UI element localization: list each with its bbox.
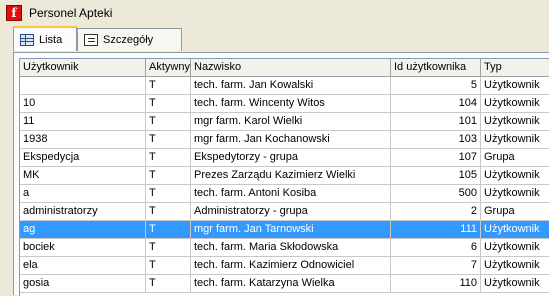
- cell-aktywny[interactable]: T: [146, 203, 191, 221]
- cell-typ[interactable]: Użytkownik: [481, 221, 549, 239]
- cell-nazwisko[interactable]: Ekspedytorzy - grupa: [191, 149, 391, 167]
- cell-id[interactable]: 101: [391, 113, 481, 131]
- cell-nazwisko[interactable]: Administratorzy - grupa: [191, 203, 391, 221]
- cell-id[interactable]: 6: [391, 239, 481, 257]
- users-table[interactable]: Użytkownik Aktywny Nazwisko Id użytkowni…: [19, 58, 549, 296]
- cell-nazwisko[interactable]: tech. farm. Wincenty Witos: [191, 95, 391, 113]
- cell-aktywny[interactable]: T: [146, 221, 191, 239]
- cell-id[interactable]: 103: [391, 131, 481, 149]
- cell-nazwisko[interactable]: tech. farm. Kazimierz Odnowiciel: [191, 257, 391, 275]
- cell-uzytkownik[interactable]: MK: [20, 167, 146, 185]
- table-row[interactable]: administratorzy T Administratorzy - grupa 2…: [20, 203, 549, 221]
- window-title: Personel Apteki: [29, 6, 113, 20]
- tab-label: Szczegóły: [103, 34, 154, 46]
- cell-aktywny[interactable]: T: [146, 257, 191, 275]
- cell-typ[interactable]: Użytkownik: [481, 95, 549, 113]
- table-header: Użytkownik Aktywny Nazwisko Id użytkowni…: [20, 59, 549, 77]
- column-header-nazwisko[interactable]: Nazwisko: [191, 59, 391, 77]
- cell-id[interactable]: 107: [391, 149, 481, 167]
- cell-nazwisko[interactable]: tech. farm. Maria Skłodowska: [191, 239, 391, 257]
- cell-nazwisko[interactable]: tech. farm. Katarzyna Wielka: [191, 275, 391, 293]
- cell-aktywny[interactable]: T: [146, 275, 191, 293]
- cell-typ[interactable]: Użytkownik: [481, 239, 549, 257]
- form-icon: [84, 34, 98, 46]
- table-row[interactable]: 11 Tmgr farm. Karol Wielki 101 Użytkownik: [20, 113, 549, 131]
- column-header-typ[interactable]: Typ: [481, 59, 549, 77]
- cell-uzytkownik[interactable]: 10: [20, 95, 146, 113]
- cell-aktywny[interactable]: T: [146, 167, 191, 185]
- cell-nazwisko[interactable]: mgr farm. Karol Wielki: [191, 113, 391, 131]
- cell-id[interactable]: 2: [391, 203, 481, 221]
- column-header-id[interactable]: Id użytkownika: [391, 59, 481, 77]
- cell-id[interactable]: 105: [391, 167, 481, 185]
- cell-uzytkownik[interactable]: ela: [20, 257, 146, 275]
- tab-label: Lista: [39, 33, 63, 46]
- cell-typ[interactable]: Użytkownik: [481, 185, 549, 203]
- cell-nazwisko[interactable]: mgr farm. Jan Tarnowski: [191, 221, 391, 239]
- table-row[interactable]: ela Ttech. farm. Kazimierz Odnowiciel 7 Uży…: [20, 257, 549, 275]
- tab-lista[interactable]: Lista: [13, 26, 77, 51]
- cell-nazwisko[interactable]: mgr farm. Jan Kochanowski: [191, 131, 391, 149]
- table-row[interactable]: ag Tmgr farm. Jan Tarnowski 111 Użytkownik: [20, 221, 549, 239]
- app-logo-icon: f: [6, 5, 22, 21]
- cell-typ[interactable]: Użytkownik: [481, 77, 549, 95]
- cell-id[interactable]: 7: [391, 257, 481, 275]
- cell-id[interactable]: 500: [391, 185, 481, 203]
- table-row[interactable]: Ekspedycja T Ekspedytorzy - grupa 107 Grupa: [20, 149, 549, 167]
- table-row[interactable]: a Ttech. farm. Antoni Kosiba 500 Użytkownik: [20, 185, 549, 203]
- cell-aktywny[interactable]: T: [146, 95, 191, 113]
- cell-uzytkownik[interactable]: bociek: [20, 239, 146, 257]
- cell-uzytkownik[interactable]: a: [20, 185, 146, 203]
- cell-aktywny[interactable]: T: [146, 77, 191, 95]
- cell-uzytkownik[interactable]: administratorzy: [20, 203, 146, 221]
- cell-typ[interactable]: Grupa: [481, 203, 549, 221]
- cell-typ[interactable]: Użytkownik: [481, 113, 549, 131]
- cell-uzytkownik[interactable]: gosia: [20, 275, 146, 293]
- table-row[interactable]: Ttech. farm. Jan Kowalski 5 Użytkownik: [20, 77, 549, 95]
- column-header-aktywny[interactable]: Aktywny: [146, 59, 191, 77]
- cell-uzytkownik[interactable]: 1938: [20, 131, 146, 149]
- cell-nazwisko[interactable]: Prezes Zarządu Kazimierz Wielki: [191, 167, 391, 185]
- cell-aktywny[interactable]: T: [146, 185, 191, 203]
- cell-typ[interactable]: Użytkownik: [481, 167, 549, 185]
- cell-aktywny[interactable]: T: [146, 149, 191, 167]
- table-row[interactable]: gosia Ttech. farm. Katarzyna Wielka 110 Uży…: [20, 275, 549, 293]
- cell-uzytkownik[interactable]: 11: [20, 113, 146, 131]
- cell-aktywny[interactable]: T: [146, 131, 191, 149]
- cell-uzytkownik[interactable]: ag: [20, 221, 146, 239]
- grid-icon: [20, 33, 34, 46]
- cell-typ[interactable]: Użytkownik: [481, 275, 549, 293]
- table-row[interactable]: bociek Ttech. farm. Maria Skłodowska 6 Użyt…: [20, 239, 549, 257]
- cell-id[interactable]: 111: [391, 221, 481, 239]
- tab-szczegoly[interactable]: Szczegóły: [77, 28, 182, 51]
- table-row[interactable]: 1938 Tmgr farm. Jan Kochanowski 103 Użytkow…: [20, 131, 549, 149]
- title-bar: f Personel Apteki: [0, 0, 549, 25]
- column-header-uzytkownik[interactable]: Użytkownik: [20, 59, 146, 77]
- cell-nazwisko[interactable]: tech. farm. Jan Kowalski: [191, 77, 391, 95]
- cell-id[interactable]: 104: [391, 95, 481, 113]
- cell-id[interactable]: 5: [391, 77, 481, 95]
- cell-typ[interactable]: Użytkownik: [481, 131, 549, 149]
- tab-strip: Lista Szczegóły: [13, 26, 549, 52]
- cell-uzytkownik[interactable]: Ekspedycja: [20, 149, 146, 167]
- cell-id[interactable]: 110: [391, 275, 481, 293]
- table-row[interactable]: MK T Prezes Zarządu Kazimierz Wielki 105 Uży…: [20, 167, 549, 185]
- cell-nazwisko[interactable]: tech. farm. Antoni Kosiba: [191, 185, 391, 203]
- cell-typ[interactable]: Grupa: [481, 149, 549, 167]
- cell-aktywny[interactable]: T: [146, 239, 191, 257]
- table-row[interactable]: 10 Ttech. farm. Wincenty Witos 104 Użytkown…: [20, 95, 549, 113]
- cell-typ[interactable]: Użytkownik: [481, 257, 549, 275]
- cell-uzytkownik[interactable]: [20, 77, 146, 95]
- cell-aktywny[interactable]: T: [146, 113, 191, 131]
